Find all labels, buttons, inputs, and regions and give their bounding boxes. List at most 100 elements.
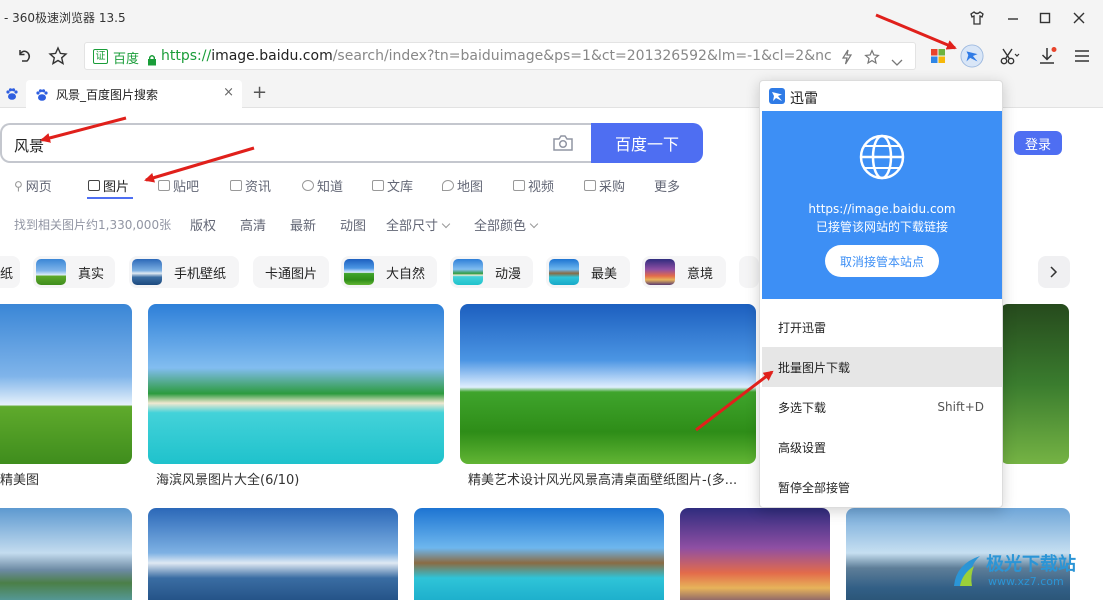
tab-news[interactable]: 资讯 — [230, 176, 271, 195]
filter-hd[interactable]: 高清 — [240, 215, 266, 234]
lightning-icon[interactable] — [841, 49, 853, 69]
menu-advanced-settings[interactable]: 高级设置 — [762, 427, 1002, 467]
url-text[interactable]: https://image.baidu.com/search/index?tn=… — [161, 48, 831, 64]
filter-size[interactable]: 全部尺寸 — [386, 215, 451, 234]
close-window-icon[interactable] — [1067, 6, 1091, 30]
chevron-down-icon — [441, 219, 451, 229]
chips-next-button[interactable] — [1038, 256, 1070, 288]
shortcut-label: Shift+D — [937, 400, 984, 414]
address-bar[interactable]: 证 百度 https://image.baidu.com/search/inde… — [84, 42, 916, 70]
lock-icon[interactable] — [147, 51, 157, 70]
popup-title: 迅雷 — [790, 91, 818, 107]
title-bar: - 360极速浏览器 13.5 — [0, 0, 1103, 36]
chevron-right-icon — [1050, 266, 1058, 278]
xunlei-extension-icon[interactable] — [960, 44, 984, 68]
result-image-2[interactable] — [148, 304, 444, 464]
watermark-logo-icon — [954, 556, 980, 586]
certificate-icon[interactable]: 证 — [93, 49, 108, 64]
search-input[interactable]: 风景 — [14, 135, 44, 156]
popup-site: https://image.baidu.com — [808, 202, 956, 216]
chevron-down-icon[interactable] — [891, 52, 903, 71]
bookmark-star-icon[interactable] — [864, 49, 880, 69]
result-image-1[interactable] — [0, 304, 132, 464]
menu-pause-all[interactable]: 暂停全部接管 — [762, 467, 1002, 507]
filter-color[interactable]: 全部颜色 — [474, 215, 539, 234]
camera-icon[interactable] — [552, 133, 574, 157]
new-tab-button[interactable]: + — [252, 82, 267, 103]
menu-open-xunlei[interactable]: 打开迅雷 — [762, 307, 1002, 347]
question-icon — [302, 180, 314, 191]
minimize-icon[interactable] — [1001, 6, 1025, 30]
chip-partial[interactable] — [739, 256, 759, 288]
tab-tieba[interactable]: 贴吧 — [158, 176, 199, 195]
tab-map[interactable]: 地图 — [442, 176, 483, 195]
site-tag: 百度 — [113, 52, 140, 67]
xunlei-logo-icon — [769, 88, 785, 108]
result-image-3[interactable] — [460, 304, 756, 464]
result-caption-2[interactable]: 海滨风景图片大全(6/10) — [156, 469, 299, 488]
chip-phone-wallpaper[interactable]: 手机壁纸 — [129, 256, 239, 288]
tab-purchase[interactable]: 采购 — [584, 176, 625, 195]
tab-wenku[interactable]: 文库 — [372, 176, 413, 195]
watermark-title: 极光下载站 — [986, 554, 1076, 575]
chip-mood[interactable]: 意境 — [642, 256, 726, 288]
result-caption-3[interactable]: 精美艺术设计风光风景高清桌面壁纸图片-(多... — [468, 469, 737, 488]
news-icon — [230, 180, 242, 191]
chip-anime[interactable]: 动漫 — [450, 256, 533, 288]
search-icon: ⚲ — [14, 178, 23, 193]
tab-close-button[interactable]: × — [223, 85, 234, 100]
image-icon — [88, 180, 100, 191]
filter-latest[interactable]: 最新 — [290, 215, 316, 234]
chip-cartoon[interactable]: 卡通图片 — [253, 256, 329, 288]
chip-thumbnail — [344, 259, 374, 285]
active-tab-indicator — [87, 197, 133, 199]
chip-thumbnail — [645, 259, 675, 285]
result-image-5[interactable] — [0, 508, 132, 600]
result-image-4[interactable] — [1000, 304, 1069, 464]
window-title: - 360极速浏览器 13.5 — [4, 11, 126, 25]
site-watermark: 极光下载站 www.xz7.com — [946, 548, 1103, 594]
search-button[interactable]: 百度一下 — [591, 123, 703, 163]
chip-nature[interactable]: 大自然 — [341, 256, 437, 288]
tab-label: 风景_百度图片搜索 — [56, 88, 159, 102]
tab-web[interactable]: ⚲ 网页 — [14, 176, 52, 196]
result-caption-1[interactable]: 精美图 — [0, 469, 39, 488]
popup-hero: https://image.baidu.com 已接管该网站的下载链接 取消接管… — [762, 111, 1002, 299]
tab-baidu-image[interactable]: 风景_百度图片搜索 × — [26, 80, 242, 108]
cancel-takeover-button[interactable]: 取消接管本站点 — [825, 245, 939, 277]
chip-thumbnail — [132, 259, 162, 285]
tab-more[interactable]: 更多 — [654, 176, 680, 195]
result-image-8[interactable] — [680, 508, 830, 600]
download-icon[interactable] — [1036, 44, 1060, 68]
play-icon — [513, 180, 525, 191]
apps-grid-icon[interactable] — [926, 44, 950, 68]
shopping-icon — [584, 180, 596, 191]
search-box[interactable]: 风景 — [0, 123, 592, 163]
favorite-star-icon[interactable] — [46, 44, 70, 68]
chip-real[interactable]: 真实 — [33, 256, 115, 288]
chip-wallpaper[interactable]: 纸 — [0, 256, 20, 288]
tab-zhidao[interactable]: 知道 — [302, 176, 343, 195]
scissors-icon[interactable] — [998, 44, 1022, 68]
tab-images[interactable]: 图片 — [88, 176, 129, 195]
login-button[interactable]: 登录 — [1014, 131, 1062, 155]
popup-header: 迅雷 — [760, 81, 1002, 111]
xunlei-popup: 迅雷 https://image.baidu.com 已接管该网站的下载链接 取… — [759, 80, 1003, 508]
maximize-icon[interactable] — [1033, 6, 1057, 30]
menu-batch-image-download[interactable]: 批量图片下载 — [762, 347, 1002, 387]
pinned-tab-baidu[interactable] — [0, 80, 24, 108]
menu-multi-select-download[interactable]: 多选下载 Shift+D — [762, 387, 1002, 427]
globe-icon — [858, 133, 906, 185]
document-icon — [372, 180, 384, 191]
chip-most-beautiful[interactable]: 最美 — [546, 256, 630, 288]
popup-description: 已接管该网站的下载链接 — [815, 220, 948, 234]
skin-icon[interactable] — [965, 6, 989, 30]
browser-window: - 360极速浏览器 13.5 证 百度 https://image.baidu… — [0, 0, 1103, 600]
result-image-6[interactable] — [148, 508, 398, 600]
result-image-7[interactable] — [414, 508, 664, 600]
undo-close-icon[interactable] — [12, 44, 36, 68]
filter-copyright[interactable]: 版权 — [190, 215, 216, 234]
menu-icon[interactable] — [1070, 44, 1094, 68]
filter-animated[interactable]: 动图 — [340, 215, 366, 234]
tab-video[interactable]: 视频 — [513, 176, 554, 195]
